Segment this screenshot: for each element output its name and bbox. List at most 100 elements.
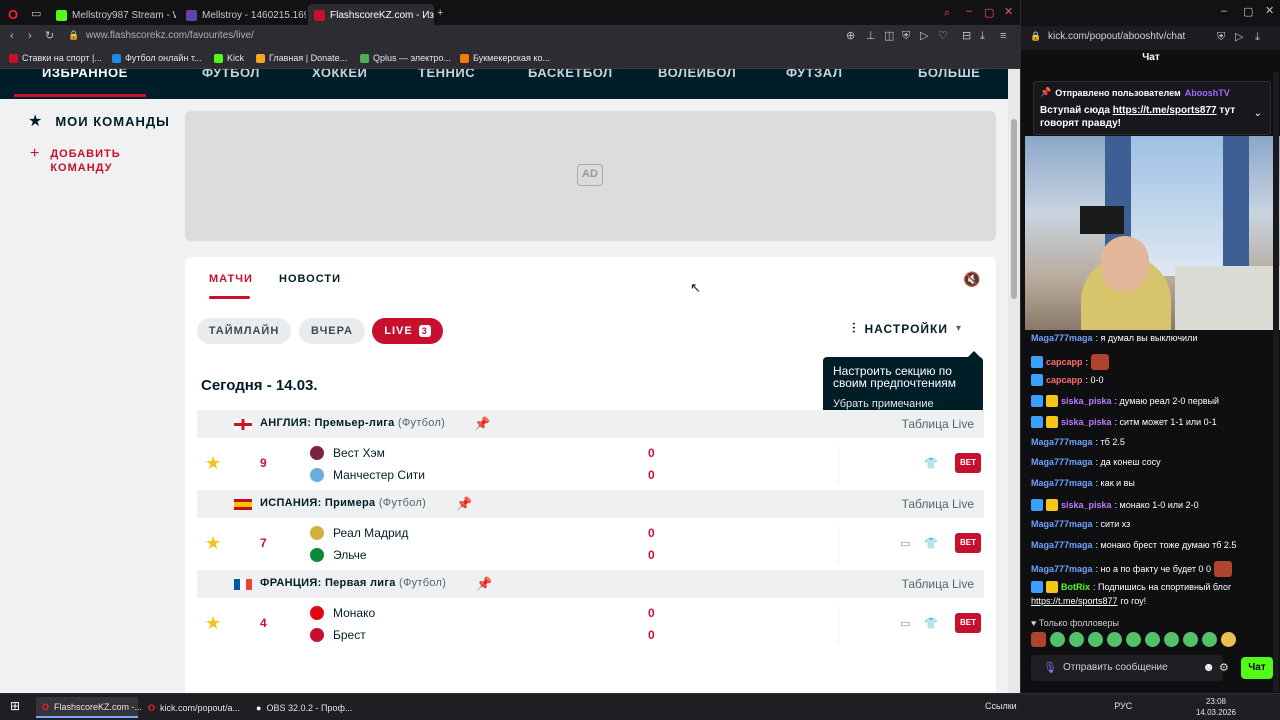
maximize-icon[interactable]: ▢: [984, 8, 994, 19]
standings-live-link[interactable]: Таблица Live: [902, 417, 974, 431]
chat-username[interactable]: BotRix: [1061, 582, 1090, 592]
favourite-star-icon[interactable]: ★: [205, 453, 221, 474]
pin-icon[interactable]: 📌: [456, 496, 472, 512]
player-icon[interactable]: ▷: [1235, 32, 1243, 43]
new-tab-button[interactable]: +: [437, 8, 443, 19]
pin-icon[interactable]: ⊥: [866, 31, 876, 42]
close-window-icon[interactable]: ✕: [1265, 6, 1274, 17]
nav-football[interactable]: ФУТБОЛ: [202, 69, 260, 80]
send-chat-button[interactable]: Чат: [1241, 657, 1273, 679]
tv-icon[interactable]: ▭: [900, 537, 910, 550]
tab-flashscore[interactable]: FlashscoreKZ.com - Избр: [308, 4, 434, 26]
search-tabs-icon[interactable]: ⌕: [944, 8, 950, 19]
nav-tennis[interactable]: ТЕННИС: [418, 69, 475, 80]
nav-futsal[interactable]: ФУТЗАЛ: [786, 69, 842, 80]
match-row[interactable]: ★ 7 Реал Мадрид Эльче 0 0 ▭ 👕 BET: [197, 519, 984, 571]
tab-overview-icon[interactable]: ▭: [31, 9, 41, 20]
download-icon[interactable]: ⤓: [1255, 32, 1260, 43]
chat-username[interactable]: Maga777maga: [1031, 333, 1093, 343]
maximize-icon[interactable]: ▢: [1243, 7, 1253, 18]
chat-username[interactable]: capcapp: [1046, 357, 1083, 367]
scrollbar-thumb[interactable]: [1011, 119, 1017, 299]
chat-username[interactable]: Maga777maga: [1031, 457, 1093, 467]
emote-icon[interactable]: [1221, 632, 1236, 647]
chat-username[interactable]: Maga777maga: [1031, 519, 1093, 529]
nav-favourites[interactable]: ИЗБРАННОЕ: [42, 69, 128, 80]
bookmark-1[interactable]: Ставки на спорт |...: [9, 53, 102, 63]
lineup-shirt-icon[interactable]: 👕: [924, 617, 938, 630]
chevron-down-icon[interactable]: ⌄: [1254, 108, 1262, 119]
chat-scrollbar[interactable]: [1273, 72, 1279, 692]
emote-icon[interactable]: [1088, 632, 1103, 647]
league-header-spain[interactable]: ИСПАНИЯ: Примера (Футбол) 📌 Таблица Live: [197, 490, 984, 518]
bet-button[interactable]: BET: [955, 453, 981, 473]
chat-username[interactable]: siska_piska: [1061, 396, 1112, 406]
clock[interactable]: 23:08 14.03.2026: [1196, 696, 1236, 718]
lineup-shirt-icon[interactable]: 👕: [924, 537, 938, 550]
league-header-france[interactable]: ФРАНЦИЯ: Первая лига (Футбол) 📌 Таблица …: [197, 570, 984, 598]
tab-mellstroy[interactable]: Mellstroy - 1460215.16975: [180, 4, 306, 26]
lineup-shirt-icon[interactable]: 👕: [924, 457, 938, 470]
download-icon[interactable]: ⤓: [980, 31, 985, 42]
chat-username[interactable]: Maga777maga: [1031, 564, 1093, 574]
chat-settings-icon[interactable]: ⚙: [1219, 661, 1229, 674]
nav-more[interactable]: БОЛЬШЕ: [918, 69, 980, 80]
chat-username[interactable]: capcapp: [1046, 375, 1083, 385]
emote-icon[interactable]: [1031, 632, 1046, 647]
wallet-icon[interactable]: ⊟: [962, 31, 971, 42]
taskbar-item-flashscore[interactable]: O FlashscoreKZ.com -...: [36, 697, 142, 718]
pin-icon[interactable]: 📌: [476, 576, 492, 592]
filter-timeline[interactable]: ТАЙМЛАЙН: [197, 318, 291, 344]
chat-message-input[interactable]: 🎙 Отправить сообщение ☻: [1031, 655, 1223, 681]
nav-volleyball[interactable]: ВОЛЕЙБОЛ: [658, 69, 736, 80]
opera-logo-icon[interactable]: O: [8, 8, 18, 21]
emote-icon[interactable]: [1183, 632, 1198, 647]
emoji-picker-icon[interactable]: ☻: [1202, 660, 1215, 674]
minimize-icon[interactable]: –: [966, 6, 972, 17]
heart-icon[interactable]: ♡: [938, 31, 948, 42]
chat-username[interactable]: Maga777maga: [1031, 478, 1093, 488]
bookmark-4[interactable]: Главная | Donate...: [256, 53, 347, 63]
emote-icon[interactable]: [1050, 632, 1065, 647]
add-team-button[interactable]: + ДОБАВИТЬ КОМАНДУ: [30, 146, 121, 175]
tab-matches[interactable]: МАТЧИ: [209, 273, 253, 285]
favourite-star-icon[interactable]: ★: [205, 533, 221, 554]
emote-icon[interactable]: [1202, 632, 1217, 647]
back-icon[interactable]: ‹: [10, 31, 14, 42]
bookmark-5[interactable]: Qplus — электро...: [360, 53, 451, 63]
tab-news[interactable]: НОВОСТИ: [279, 273, 341, 285]
player-icon[interactable]: ▷: [920, 31, 928, 42]
close-window-icon[interactable]: ✕: [1004, 7, 1013, 18]
pin-icon[interactable]: 📌: [474, 416, 490, 432]
reload-icon[interactable]: ↻: [45, 31, 54, 42]
stream-video[interactable]: [1025, 136, 1280, 330]
ad-banner[interactable]: AD: [185, 111, 996, 241]
minimize-icon[interactable]: –: [1221, 6, 1227, 17]
microphone-icon[interactable]: 🎙: [1043, 661, 1057, 674]
match-row[interactable]: ★ 4 Монако Брест 0 0 ▭ 👕 BET: [197, 599, 984, 651]
tab-mellstroy-stream[interactable]: Mellstroy987 Stream - Wa: [50, 4, 176, 26]
bookmark-2[interactable]: Футбол онлайн т...: [112, 53, 202, 63]
snapshot-icon[interactable]: ◫: [884, 31, 894, 42]
chat-username[interactable]: Maga777maga: [1031, 437, 1093, 447]
forward-icon[interactable]: ›: [28, 31, 32, 42]
zoom-icon[interactable]: ⊕: [846, 31, 855, 42]
chat-username[interactable]: siska_piska: [1061, 500, 1112, 510]
pinned-link[interactable]: https://t.me/sports877: [1113, 105, 1217, 116]
favourite-star-icon[interactable]: ★: [205, 613, 221, 634]
emote-icon[interactable]: [1164, 632, 1179, 647]
league-header-england[interactable]: АНГЛИЯ: Премьер-лига (Футбол) 📌 Таблица …: [197, 410, 984, 438]
bot-link[interactable]: https://t.me/sports877: [1031, 596, 1118, 606]
bet-button[interactable]: BET: [955, 533, 981, 553]
chat-username[interactable]: siska_piska: [1061, 417, 1112, 427]
standings-live-link[interactable]: Таблица Live: [902, 577, 974, 591]
tv-icon[interactable]: ▭: [900, 617, 910, 630]
chat-url[interactable]: kick.com/popout/abooshtv/chat: [1048, 31, 1185, 42]
tooltip-dismiss-link[interactable]: Убрать примечание: [833, 398, 973, 410]
menu-icon[interactable]: ≡: [1000, 31, 1006, 42]
bookmark-3[interactable]: Kick: [214, 53, 244, 63]
shield-icon[interactable]: ⛨: [902, 31, 910, 42]
filter-yesterday[interactable]: ВЧЕРА: [299, 318, 365, 344]
shield-icon[interactable]: ⛨: [1217, 32, 1225, 43]
bet-button[interactable]: BET: [955, 613, 981, 633]
